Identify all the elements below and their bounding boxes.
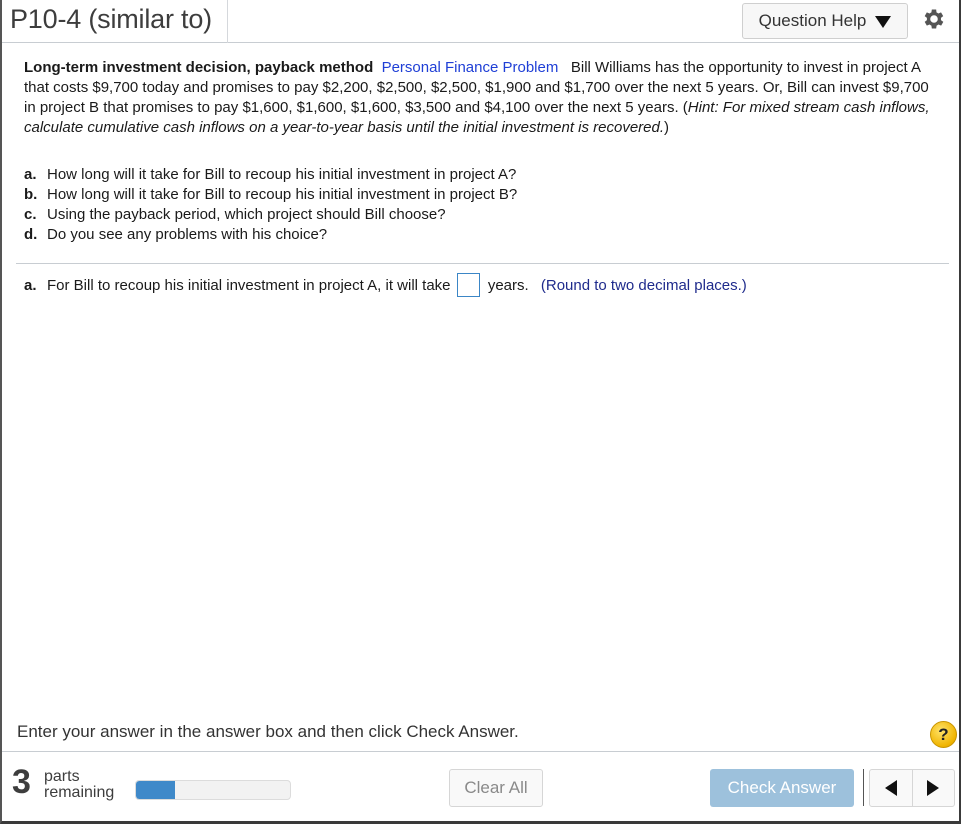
parts-remaining-label: parts remaining xyxy=(44,769,114,801)
parts-remaining-count: 3 xyxy=(12,763,31,801)
problem-heading: Long-term investment decision, payback m… xyxy=(24,59,374,76)
question-window: P10-4 (similar to) Question Help Long-te… xyxy=(0,0,961,824)
problem-statement: Long-term investment decision, payback m… xyxy=(24,58,942,245)
answer-prefix: For Bill to recoup his initial investmen… xyxy=(47,277,451,294)
remaining-word: remaining xyxy=(44,784,115,801)
question-help-button[interactable]: Question Help xyxy=(742,3,908,39)
question-parts-list: a. How long will it take for Bill to reco… xyxy=(24,165,942,245)
title-area: P10-4 (similar to) xyxy=(2,0,228,43)
progress-bar-fill xyxy=(136,781,175,799)
gear-icon[interactable] xyxy=(921,6,947,32)
section-divider xyxy=(16,263,949,264)
part-text: How long will it take for Bill to recoup… xyxy=(47,166,517,183)
next-question-button[interactable] xyxy=(911,770,955,806)
part-label: b. xyxy=(24,186,38,203)
question-navigation xyxy=(869,769,955,807)
progress-bar xyxy=(135,780,291,800)
answer-suffix: years. xyxy=(487,277,529,294)
caret-down-icon xyxy=(875,16,892,28)
hint-close: ) xyxy=(664,119,670,136)
payback-years-input[interactable] xyxy=(456,272,480,297)
answer-row: a. For Bill to recoup his initial investm… xyxy=(24,272,747,298)
question-help-label: Question Help xyxy=(758,11,867,30)
rounding-note: (Round to two decimal places.) xyxy=(540,277,747,294)
question-part: a. How long will it take for Bill to reco… xyxy=(24,165,942,185)
part-label: c. xyxy=(24,206,37,223)
arrow-right-icon xyxy=(927,780,940,796)
check-answer-button[interactable]: Check Answer xyxy=(710,769,854,807)
clear-all-button[interactable]: Clear All xyxy=(449,769,543,807)
part-text: How long will it take for Bill to recoup… xyxy=(47,186,518,203)
part-label: a. xyxy=(24,166,37,183)
footer-divider xyxy=(2,751,959,752)
parts-word: parts xyxy=(44,768,80,785)
problem-paragraph: Long-term investment decision, payback m… xyxy=(24,58,942,138)
page-title: P10-4 (similar to) xyxy=(10,4,212,34)
question-part: c. Using the payback period, which projec… xyxy=(24,205,942,225)
question-part: d. Do you see any problems with his choic… xyxy=(24,225,942,245)
question-part: b. How long will it take for Bill to reco… xyxy=(24,185,942,205)
nav-separator xyxy=(863,769,864,806)
part-label: d. xyxy=(24,226,38,243)
help-icon-glyph: ? xyxy=(938,724,949,744)
previous-question-button[interactable] xyxy=(870,770,912,806)
problem-category: Personal Finance Problem xyxy=(381,59,559,76)
header-bar: P10-4 (similar to) Question Help xyxy=(2,0,959,43)
help-icon[interactable]: ? xyxy=(930,721,957,748)
instructions-text: Enter your answer in the answer box and … xyxy=(17,722,519,741)
part-text: Using the payback period, which project … xyxy=(47,206,446,223)
arrow-left-icon xyxy=(884,780,897,796)
answer-part-label: a. xyxy=(24,277,37,294)
part-text: Do you see any problems with his choice? xyxy=(47,226,328,243)
